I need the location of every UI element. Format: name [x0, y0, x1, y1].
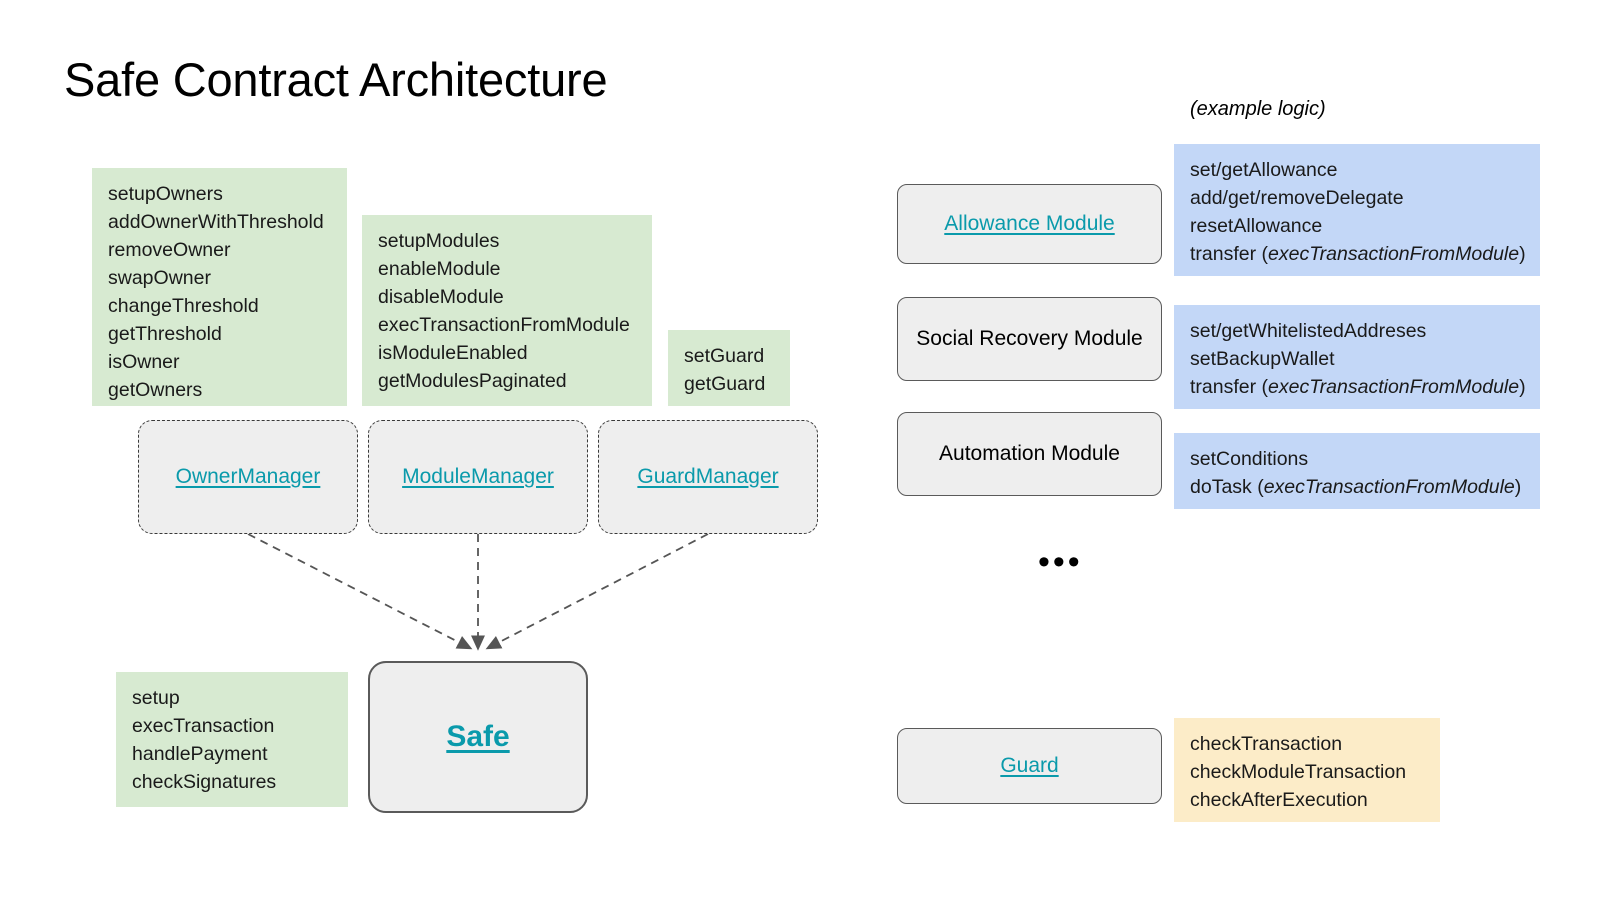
node-allowance-module-label[interactable]: Allowance Module: [944, 210, 1114, 238]
logic-item: transfer (execTransactionFromModule): [1190, 376, 1526, 398]
node-guard-manager-label[interactable]: GuardManager: [637, 463, 778, 491]
node-social-recovery-module-label: Social Recovery Module: [916, 327, 1143, 350]
owner-manager-methods-panel: setupOwners addOwnerWithThreshold remove…: [92, 168, 347, 406]
node-safe-label[interactable]: Safe: [446, 722, 509, 752]
safe-methods-panel: setup execTransaction handlePayment chec…: [116, 672, 348, 807]
method-item: setGuard: [684, 345, 765, 367]
logic-item: doTask (execTransactionFromModule): [1190, 476, 1522, 498]
allowance-logic-panel: set/getAllowance add/get/removeDelegate …: [1174, 144, 1540, 276]
method-item: enableModule: [378, 258, 501, 280]
node-module-manager[interactable]: ModuleManager: [368, 420, 588, 534]
logic-item: resetAllowance: [1190, 215, 1323, 237]
method-item: isOwner: [108, 351, 180, 373]
logic-item: setConditions: [1190, 448, 1309, 470]
diagram-canvas: Safe Contract Architecture setupOwners a…: [0, 0, 1600, 898]
logic-item: setBackupWallet: [1190, 348, 1335, 370]
method-item: handlePayment: [132, 743, 268, 765]
logic-item: transfer (execTransactionFromModule): [1190, 243, 1526, 265]
method-item: getGuard: [684, 373, 766, 395]
guard-manager-methods-panel: setGuard getGuard: [668, 330, 790, 406]
logic-item: checkAfterExecution: [1190, 789, 1368, 811]
node-automation-module-label: Automation Module: [939, 442, 1120, 465]
method-item: execTransactionFromModule: [378, 314, 630, 336]
method-item: setupOwners: [108, 183, 223, 205]
method-item: getOwners: [108, 379, 203, 401]
node-owner-manager-label[interactable]: OwnerManager: [176, 463, 321, 491]
method-item: setup: [132, 687, 180, 709]
page-title: Safe Contract Architecture: [64, 53, 608, 106]
method-item: execTransaction: [132, 715, 275, 737]
node-guard-manager[interactable]: GuardManager: [598, 420, 818, 534]
node-safe[interactable]: Safe: [368, 661, 588, 813]
logic-item: checkTransaction: [1190, 733, 1343, 755]
node-automation-module[interactable]: Automation Module: [897, 412, 1162, 496]
node-module-manager-label[interactable]: ModuleManager: [402, 463, 554, 491]
node-guard[interactable]: Guard: [897, 728, 1162, 804]
logic-item: set/getWhitelistedAddreses: [1190, 320, 1427, 342]
logic-item: add/get/removeDelegate: [1190, 187, 1404, 209]
method-item: checkSignatures: [132, 771, 277, 793]
node-social-recovery-module[interactable]: Social Recovery Module: [897, 297, 1162, 381]
method-item: changeThreshold: [108, 295, 259, 317]
node-guard-label[interactable]: Guard: [1000, 752, 1058, 780]
method-item: setupModules: [378, 230, 500, 252]
guard-logic-panel: checkTransaction checkModuleTransaction …: [1174, 718, 1440, 822]
logic-item: set/getAllowance: [1190, 159, 1338, 181]
automation-logic-panel: setConditions doTask (execTransactionFro…: [1174, 433, 1540, 509]
module-manager-methods-panel: setupModules enableModule disableModule …: [362, 215, 652, 406]
method-item: removeOwner: [108, 239, 231, 261]
method-item: getThreshold: [108, 323, 222, 345]
method-item: disableModule: [378, 286, 504, 308]
node-owner-manager[interactable]: OwnerManager: [138, 420, 358, 534]
social-recovery-logic-panel: set/getWhitelistedAddreses setBackupWall…: [1174, 305, 1540, 409]
method-item: swapOwner: [108, 267, 211, 289]
node-allowance-module[interactable]: Allowance Module: [897, 184, 1162, 264]
method-item: addOwnerWithThreshold: [108, 211, 324, 233]
more-modules-ellipsis: •••: [1038, 543, 1083, 581]
method-item: isModuleEnabled: [378, 342, 528, 364]
logic-item: checkModuleTransaction: [1190, 761, 1407, 783]
example-logic-label: (example logic): [1190, 98, 1326, 120]
method-item: getModulesPaginated: [378, 370, 567, 392]
